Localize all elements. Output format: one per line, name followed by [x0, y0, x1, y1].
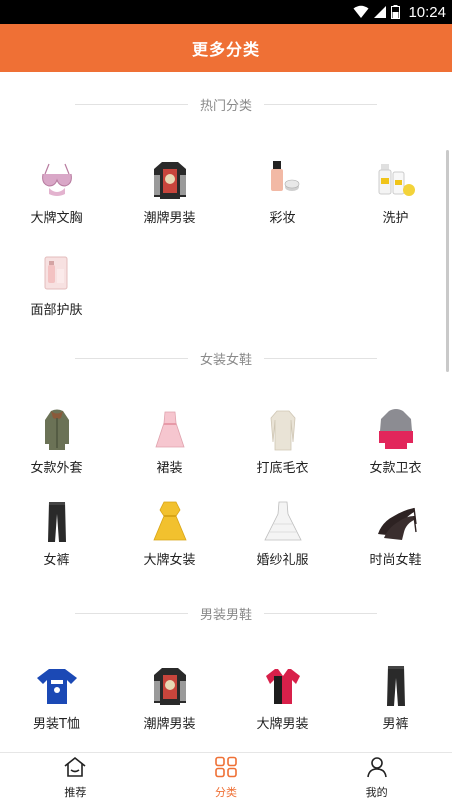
category-label: 女款外套: [30, 461, 83, 476]
wifi-icon: [353, 5, 369, 19]
jacket-icon: [148, 664, 192, 708]
section-title: 热门分类: [199, 98, 252, 114]
hoodie-icon: [374, 408, 418, 452]
tab-label: 分类: [215, 786, 237, 799]
category-label: 时尚女鞋: [369, 553, 422, 568]
category-item[interactable]: 大牌女装: [113, 500, 226, 580]
category-label: 打底毛衣: [256, 461, 309, 476]
category-grid-icon: [214, 756, 238, 782]
sweater-dress-icon: [261, 408, 305, 452]
tshirt-icon: [35, 664, 79, 708]
pants-icon: [35, 500, 79, 544]
divider: [264, 612, 377, 614]
category-label: 女裤: [43, 553, 70, 568]
category-item[interactable]: 裙装: [113, 408, 226, 488]
category-label: 潮牌男装: [143, 211, 196, 226]
divider: [264, 357, 377, 359]
section-header: 女装女鞋: [0, 348, 452, 368]
category-item[interactable]: 面部护肤: [0, 250, 113, 330]
dress-icon: [148, 408, 192, 452]
signal-icon: [373, 5, 387, 19]
category-item[interactable]: 洗护: [339, 158, 452, 238]
coat-icon: [35, 408, 79, 452]
category-label: 女款卫衣: [369, 461, 422, 476]
section-header: 热门分类: [0, 94, 452, 114]
divider: [74, 357, 188, 359]
app-header: 更多分类: [0, 24, 452, 72]
category-label: 裙装: [156, 461, 183, 476]
category-label: 面部护肤: [30, 303, 83, 318]
category-label: 婚纱礼服: [256, 553, 309, 568]
yellow-dress-icon: [148, 500, 192, 544]
cosmetics-icon: [261, 158, 305, 202]
divider: [264, 103, 377, 105]
face-care-icon: [35, 250, 79, 294]
tab-category[interactable]: 分类: [151, 753, 302, 803]
tab-recommend[interactable]: 推荐: [0, 753, 151, 803]
category-label: 大牌文胸: [30, 211, 83, 226]
polo-shirt-icon: [261, 664, 305, 708]
section-header: 男装男鞋: [0, 603, 452, 623]
category-item[interactable]: 时尚女鞋: [339, 500, 452, 580]
section-title: 男装男鞋: [199, 607, 252, 623]
bra-icon: [35, 158, 79, 202]
category-item[interactable]: 婚纱礼服: [226, 500, 339, 580]
category-item[interactable]: 女款卫衣: [339, 408, 452, 488]
category-label: 彩妆: [269, 211, 296, 226]
user-icon: [365, 756, 389, 782]
category-item[interactable]: 男裤: [339, 664, 452, 744]
high-heels-icon: [374, 500, 418, 544]
page-title: 更多分类: [191, 40, 260, 59]
category-item[interactable]: 彩妆: [226, 158, 339, 238]
jacket-icon: [148, 158, 192, 202]
category-item[interactable]: 大牌男装: [226, 664, 339, 744]
category-item[interactable]: 打底毛衣: [226, 408, 339, 488]
category-label: 大牌男装: [256, 717, 309, 732]
divider: [74, 103, 188, 105]
status-time: 10:24: [408, 3, 446, 21]
category-label: 大牌女装: [143, 553, 196, 568]
category-item[interactable]: 潮牌男装: [113, 158, 226, 238]
wedding-dress-icon: [261, 500, 305, 544]
home-icon: [63, 756, 87, 782]
category-label: 潮牌男装: [143, 717, 196, 732]
category-item[interactable]: 潮牌男装: [113, 664, 226, 744]
category-content[interactable]: 热门分类 大牌文胸 潮牌男装 彩妆 洗护 面部护肤 女装女鞋 女款外套 裙装 打底毛衣 女款卫衣 女裤…: [0, 72, 452, 752]
tab-bar: 推荐 分类 我的: [0, 752, 452, 803]
divider: [74, 612, 188, 614]
tab-mine[interactable]: 我的: [301, 753, 452, 803]
tab-label: 我的: [365, 786, 388, 799]
battery-icon: [391, 5, 401, 19]
category-label: 男装T恤: [33, 717, 80, 732]
tab-label: 推荐: [64, 786, 87, 799]
section-title: 女装女鞋: [199, 352, 252, 368]
category-item[interactable]: 女裤: [0, 500, 113, 580]
category-label: 男裤: [382, 717, 409, 732]
category-label: 洗护: [382, 211, 409, 226]
category-item[interactable]: 女款外套: [0, 408, 113, 488]
status-bar: 10:24: [0, 0, 452, 24]
category-item[interactable]: 男装T恤: [0, 664, 113, 744]
pants-icon: [374, 664, 418, 708]
category-item[interactable]: 大牌文胸: [0, 158, 113, 238]
skincare-bottles-icon: [374, 158, 418, 202]
